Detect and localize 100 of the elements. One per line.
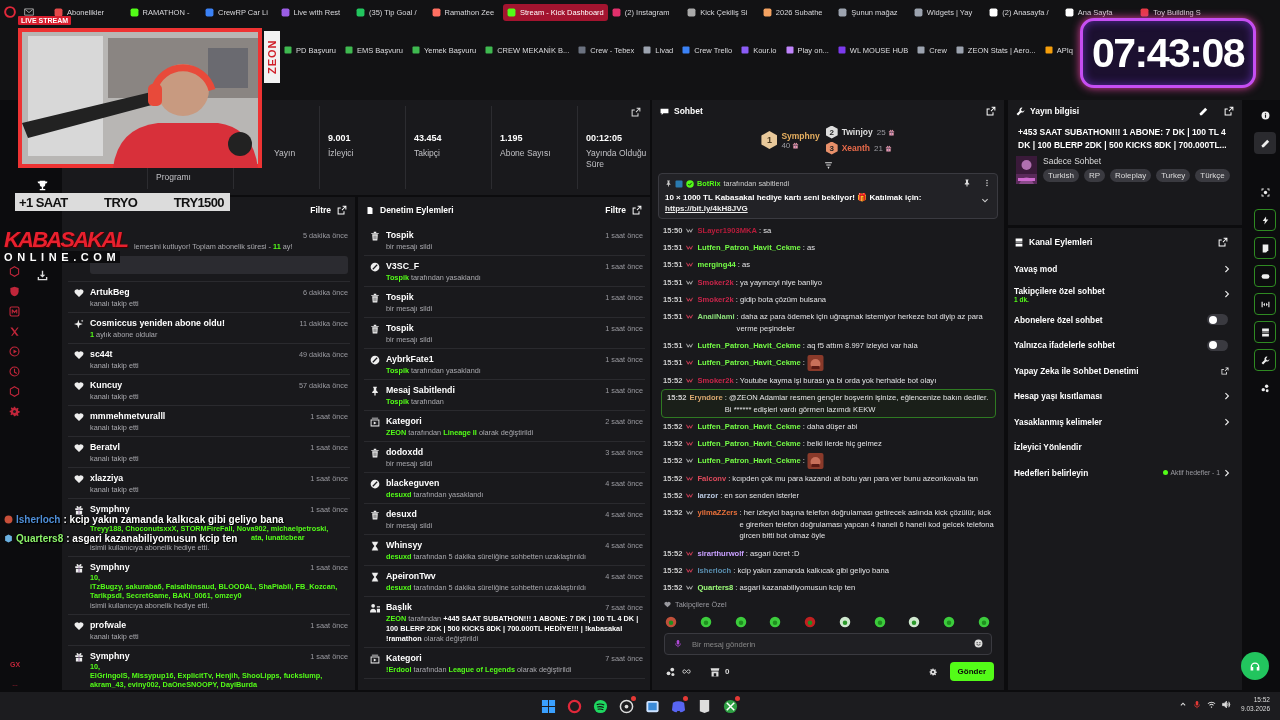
rank-badge: 2 — [825, 125, 838, 139]
emote-icon[interactable] — [908, 616, 921, 628]
shield-icon[interactable] — [8, 286, 20, 297]
pinned-text: 10 × 1000 TL Kabasakal hediye kartı seni bekliyor! 🎁 Katılmak için: — [665, 192, 922, 204]
speaker-icon[interactable] — [1222, 699, 1232, 709]
chevron-right-icon — [1223, 467, 1232, 478]
bookmark-favicon-icon — [411, 46, 420, 54]
stat-value: 43.454 — [414, 133, 443, 145]
bookmark-favicon-icon — [785, 46, 794, 54]
gift-count: 21 — [874, 143, 883, 153]
emote-icon — [806, 453, 824, 470]
note-button[interactable] — [1254, 237, 1276, 259]
emote-icon[interactable] — [943, 616, 956, 628]
settings-icon[interactable] — [928, 667, 937, 676]
expand-icon[interactable] — [986, 106, 996, 116]
channel-action-row[interactable]: Yavaş mod — [1014, 256, 1234, 282]
username: Whinsyy — [386, 538, 423, 551]
emote-icon[interactable] — [769, 616, 782, 628]
bookmark-favicon-icon — [345, 46, 354, 54]
emote-icon[interactable] — [977, 616, 990, 628]
filter-icon[interactable] — [823, 161, 833, 170]
tab-favicon-icon — [129, 7, 139, 17]
wifi-icon[interactable] — [1207, 699, 1217, 709]
stream-tag[interactable]: Turkey — [1156, 169, 1191, 182]
stat-value: 00:12:05 — [586, 133, 624, 145]
gift-icon — [74, 651, 84, 662]
tab-favicon-icon — [205, 7, 214, 17]
tab-favicon-icon — [507, 7, 516, 17]
channel-action-row[interactable]: Yapay Zeka ile Sohbet Denetimi — [1014, 358, 1234, 384]
verified-icon — [686, 179, 694, 188]
stream-title: +453 SAAT SUBATHON!!! 1 ABONE: 7 DK | 100 TL 4 DK | 100 BLERP 2DK | 500 KICKS 8DK | 700.000TL... — [1018, 126, 1228, 152]
shop-icon[interactable] — [8, 266, 20, 277]
chevron-down-icon[interactable] — [981, 197, 989, 205]
ticker-text: TRYO — [104, 194, 138, 210]
username: Mesaj Sabitlendi — [386, 383, 455, 396]
m-box-icon[interactable] — [8, 306, 20, 317]
rank-badge: 3 — [825, 141, 838, 155]
dots-icon[interactable] — [666, 666, 676, 677]
lightning-button[interactable] — [1254, 209, 1276, 231]
stream-tag[interactable]: Roleplay — [1110, 169, 1152, 182]
tab-favicon-icon — [280, 7, 290, 17]
expand-icon[interactable] — [631, 107, 641, 117]
xbox-icon — [722, 698, 738, 714]
category-name[interactable]: Sadece Sohbet — [1043, 156, 1102, 166]
channel-action-row[interactable]: Hesap yaşı kısıtlaması — [1014, 383, 1234, 409]
toggle-switch[interactable] — [1207, 339, 1228, 351]
emote-icon[interactable] — [734, 616, 747, 628]
stream-tag[interactable]: Turkish — [1043, 169, 1079, 182]
panel-title: Denetim Eylemleri — [380, 205, 454, 215]
username: ArtukBeg — [90, 285, 130, 298]
emote-icon[interactable] — [699, 616, 712, 628]
clock-icon[interactable] — [8, 366, 20, 377]
cube-icon[interactable] — [8, 386, 20, 397]
infinity-icon — [681, 667, 692, 676]
download-icon[interactable] — [36, 270, 48, 281]
emote-icon[interactable] — [838, 616, 851, 628]
pin-icon[interactable] — [963, 179, 971, 187]
expand-icon[interactable] — [1224, 106, 1234, 116]
more-icon[interactable] — [983, 179, 991, 187]
stream-tag[interactable]: Türkçe — [1195, 169, 1230, 182]
arrows-button[interactable] — [1254, 293, 1276, 315]
support-button[interactable] — [1241, 652, 1269, 680]
store-icon[interactable] — [710, 666, 720, 677]
send-button[interactable]: Gönder — [949, 662, 994, 681]
username: Symphny — [90, 560, 130, 573]
panel-title: Sohbet — [674, 106, 703, 116]
gift-icon — [887, 128, 895, 136]
x-logo-icon[interactable] — [8, 326, 20, 337]
channel-action-row[interactable]: Yasaklanmış kelimeler — [1014, 409, 1234, 435]
gift-icon — [74, 562, 84, 573]
channel-action-row[interactable]: Abonelere özel sohbet — [1014, 307, 1234, 333]
edit-icon[interactable] — [1199, 106, 1208, 116]
username: sc44t — [90, 347, 113, 360]
username: Symphny — [90, 502, 130, 515]
expand-icon[interactable] — [632, 205, 642, 215]
expand-icon[interactable] — [337, 205, 347, 215]
stream-tag[interactable]: RP — [1083, 169, 1106, 182]
channel-action-row[interactable]: İzleyici Yönlendir — [1014, 434, 1234, 460]
status-dot-icon — [1162, 470, 1168, 476]
emoji-icon[interactable] — [974, 639, 983, 648]
bookmark-favicon-icon — [643, 46, 652, 54]
chevron-up-icon[interactable] — [1179, 700, 1188, 708]
wrench-button[interactable] — [1254, 349, 1276, 371]
channel-action-row[interactable]: Yalnızca ifadelerle sohbet — [1014, 332, 1234, 358]
layout-button[interactable] — [1254, 321, 1276, 343]
pinned-link[interactable]: https://bit.ly/4kH8JVG — [665, 204, 748, 213]
layout-icon — [1014, 237, 1024, 247]
microphone-icon[interactable] — [1193, 699, 1202, 709]
play-icon[interactable] — [8, 346, 20, 357]
chat-bubble-button[interactable] — [1254, 265, 1276, 287]
emote-icon[interactable] — [873, 616, 886, 628]
panel-title: Yayın bilgisi — [1030, 106, 1080, 116]
toggle-switch[interactable] — [1207, 314, 1228, 326]
expand-icon[interactable] — [1218, 237, 1228, 247]
tab-favicon-icon — [356, 7, 365, 17]
filter-button[interactable]: Filtre — [605, 205, 626, 215]
edit-button[interactable] — [1254, 132, 1276, 154]
logo-subtext: ONLINE.COM — [4, 251, 121, 263]
username: Tospik — [386, 228, 414, 241]
filter-button[interactable]: Filtre — [310, 205, 331, 215]
